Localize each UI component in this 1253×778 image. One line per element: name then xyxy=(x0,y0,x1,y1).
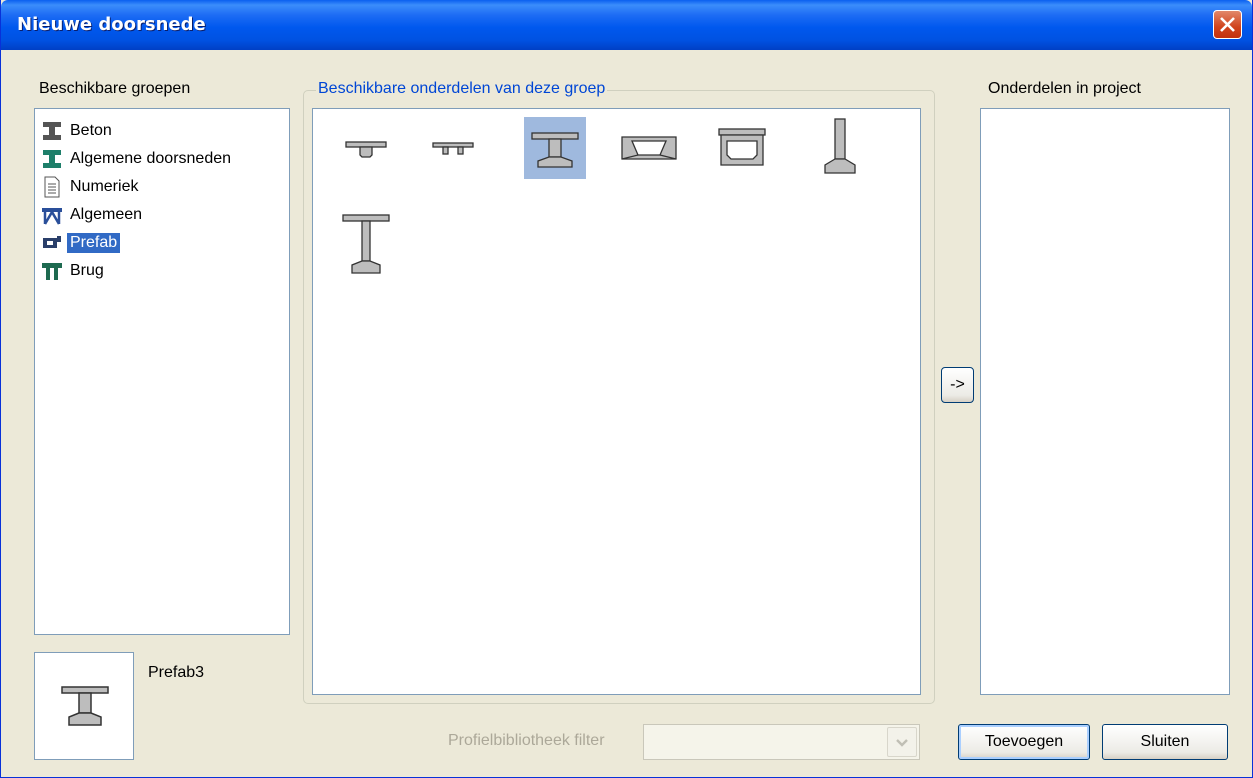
project-list[interactable] xyxy=(980,108,1230,695)
groups-label: Beschikbare groepen xyxy=(39,80,191,97)
move-to-project-button[interactable]: -> xyxy=(941,367,974,403)
close-icon xyxy=(1220,17,1235,32)
group-item-algemene-doorsneden[interactable]: Algemene doorsneden xyxy=(41,146,234,172)
group-label: Brug xyxy=(70,262,104,279)
project-label: Onderdelen in project xyxy=(988,80,1141,97)
bridge-icon xyxy=(41,260,63,282)
part-inverted-t[interactable] xyxy=(810,117,872,179)
green-i-section-icon xyxy=(41,148,63,170)
parts-groupbox-label: Beschikbare onderdelen van deze groep xyxy=(316,80,608,98)
group-item-algemeen[interactable]: Algemeen xyxy=(41,202,145,228)
group-item-brug[interactable]: Brug xyxy=(41,258,107,284)
part-t-beam[interactable] xyxy=(335,117,397,179)
document-icon xyxy=(41,176,63,198)
double-t-icon xyxy=(432,142,474,155)
i-beam-icon xyxy=(531,132,579,168)
trough-icon xyxy=(621,136,677,160)
part-trough[interactable] xyxy=(618,117,680,179)
tall-i-beam-icon xyxy=(342,214,390,274)
close-window-button[interactable] xyxy=(1213,10,1242,39)
groups-list[interactable]: Beton Algemene doorsneden Numeriek Algem… xyxy=(34,108,290,635)
parts-list[interactable] xyxy=(312,108,921,695)
part-box-section[interactable] xyxy=(711,117,773,179)
group-item-prefab[interactable]: Prefab xyxy=(41,230,121,256)
group-label: Prefab xyxy=(67,233,121,253)
group-label: Algemene doorsneden xyxy=(70,150,232,167)
truss-icon xyxy=(41,204,63,226)
preview-box xyxy=(34,652,134,760)
preview-name: Prefab3 xyxy=(148,664,205,681)
group-label: Algemeen xyxy=(70,206,143,223)
box-section-icon xyxy=(718,128,766,166)
window-title: Nieuwe doorsnede xyxy=(17,14,206,35)
i-beam-icon xyxy=(61,686,109,726)
prefab-icon xyxy=(41,232,63,254)
group-item-beton[interactable]: Beton xyxy=(41,118,115,144)
add-button[interactable]: Toevoegen xyxy=(958,724,1090,760)
part-tall-i-beam[interactable] xyxy=(335,207,397,287)
title-bar[interactable]: Nieuwe doorsnede xyxy=(1,0,1252,50)
inverted-t-icon xyxy=(824,118,856,174)
group-label: Beton xyxy=(70,122,112,139)
t-beam-icon xyxy=(345,141,387,158)
part-double-t[interactable] xyxy=(422,117,484,179)
combo-dropdown-button[interactable] xyxy=(887,727,917,757)
chevron-down-icon xyxy=(896,739,908,747)
part-i-beam[interactable] xyxy=(524,117,586,179)
group-item-numeriek[interactable]: Numeriek xyxy=(41,174,141,200)
filter-label: Profielbibliotheek filter xyxy=(448,732,605,749)
beam-i-icon xyxy=(41,120,63,142)
filter-combo[interactable] xyxy=(643,724,920,760)
close-button[interactable]: Sluiten xyxy=(1102,724,1228,760)
group-label: Numeriek xyxy=(70,178,139,195)
dialog-window: Nieuwe doorsnede Beschikbare groepen Bet… xyxy=(0,0,1253,778)
